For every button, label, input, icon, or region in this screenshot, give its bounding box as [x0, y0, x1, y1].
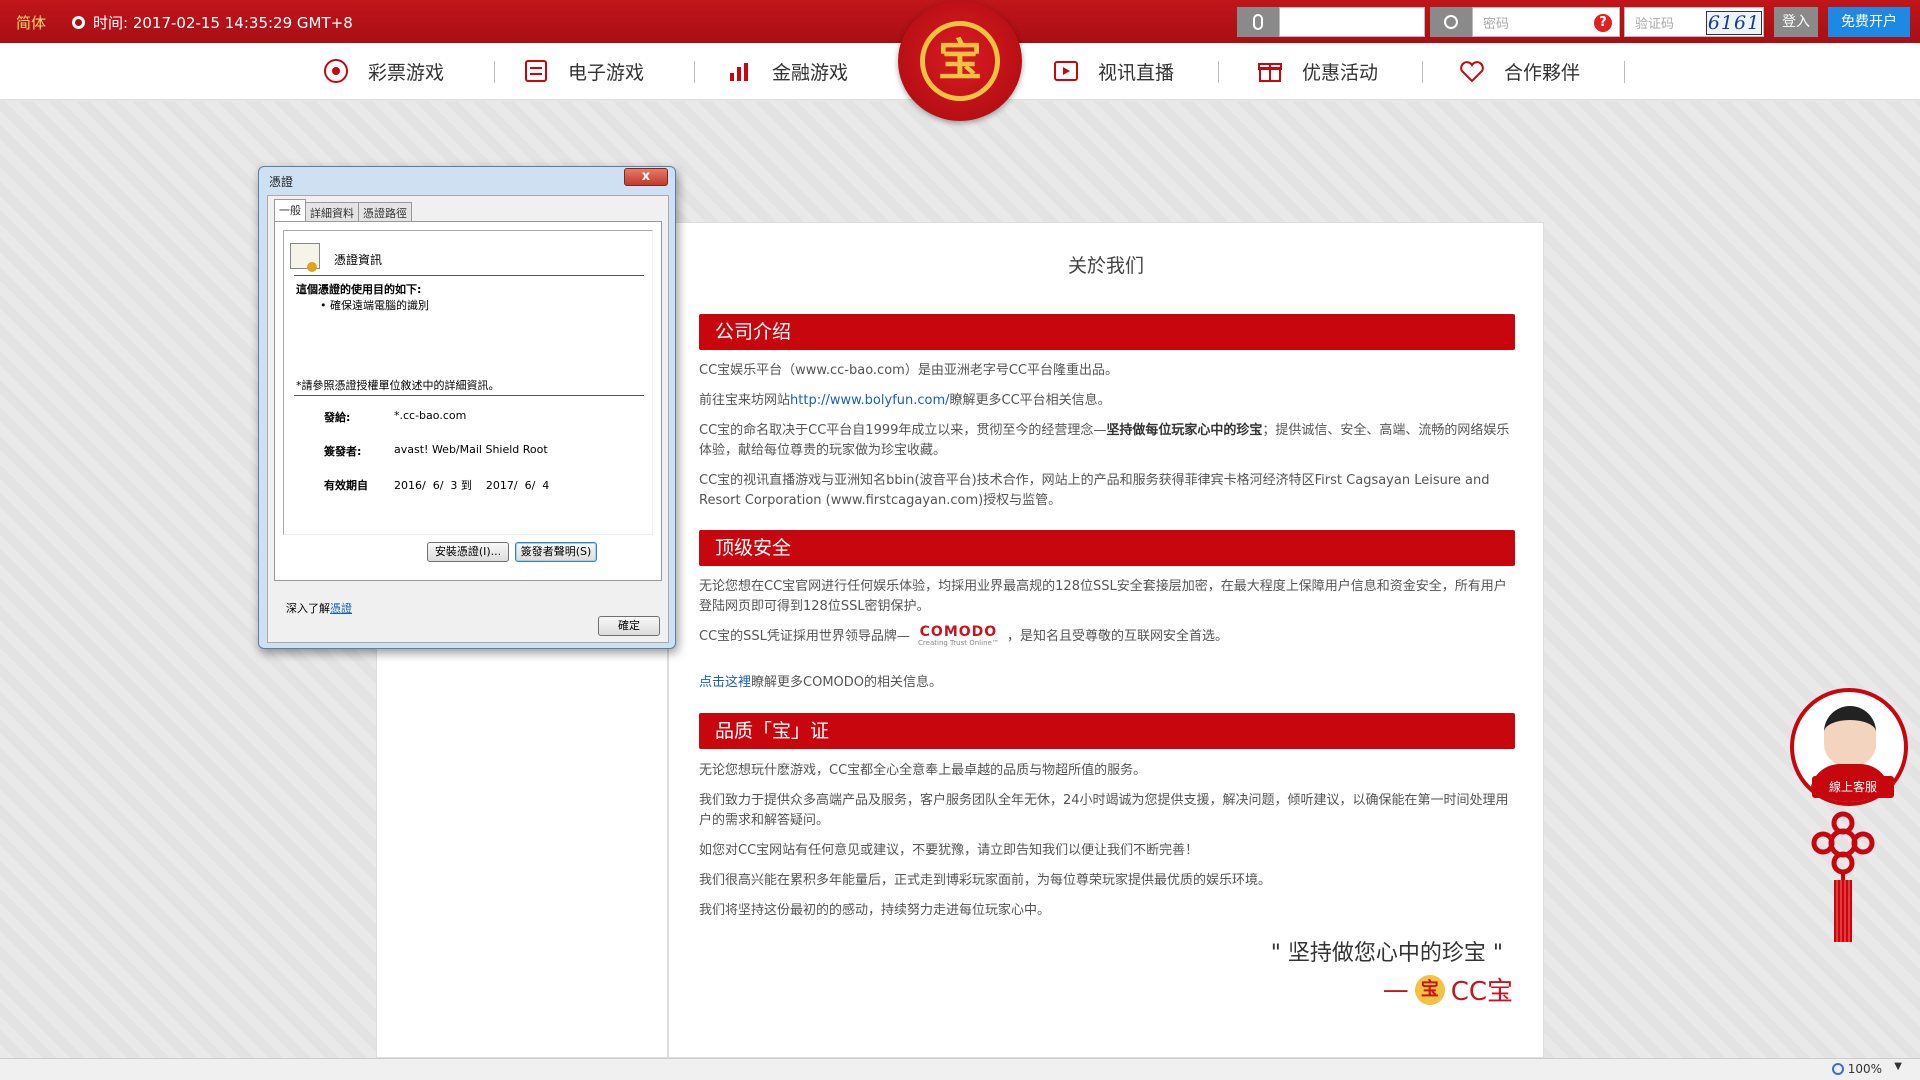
- purpose-title: 這個憑證的使用目的如下:: [296, 283, 422, 296]
- globe-icon: [72, 16, 85, 29]
- coin-icon: 宝: [1414, 974, 1445, 1005]
- nav-partners-label: 合作夥伴: [1504, 61, 1581, 84]
- certificate-dialog: 憑證 x 一般 詳細資料 憑證路徑 憑證資訊 這個憑證的使用目的如下: • 確保…: [258, 166, 676, 649]
- dialog-title: 憑證: [269, 175, 294, 189]
- video-icon: [1052, 57, 1080, 85]
- click-here-link[interactable]: 点击这裡: [699, 675, 751, 690]
- learn-more: 深入了解憑證: [286, 602, 352, 615]
- customer-service-label[interactable]: 線上客服: [1812, 776, 1894, 798]
- section-company-heading: 公司介绍: [699, 314, 1515, 350]
- quality-text-1: 无论您想玩什麽游戏，CC宝都全心全意奉上最卓越的品质与物超所值的服务。: [699, 763, 1147, 778]
- slot-machine-icon: [522, 57, 550, 85]
- about-panel: 关於我们 公司介绍 CC宝娱乐平台（www.cc-bao.com）是由亚洲老字号…: [668, 222, 1544, 1058]
- nav-divider: [1624, 61, 1625, 83]
- nav-promotions-label: 优惠活动: [1302, 61, 1379, 84]
- server-time-text: 时间: 2017-02-15 14:35:29 GMT+8: [93, 14, 353, 32]
- nav-finance[interactable]: 金融游戏: [726, 57, 848, 85]
- tab-cert-path[interactable]: 憑證路徑: [358, 202, 412, 221]
- quality-text-2: 我们致力于提供众多高端产品及服务，客户服务团队全年无休，24小时竭诚为您提供支援…: [699, 793, 1509, 828]
- forgot-password-icon[interactable]: ?: [1594, 14, 1612, 32]
- issuer-statement-button[interactable]: 簽發者聲明(S): [515, 542, 597, 562]
- dialog-close-button[interactable]: x: [624, 168, 668, 186]
- purpose-item: • 確保遠端電腦的識別: [320, 299, 429, 312]
- gift-icon: [1256, 57, 1284, 85]
- comodo-more-line: 点击这裡瞭解更多COMODO的相关信息。: [699, 675, 943, 690]
- nav-lottery-label: 彩票游戏: [368, 61, 445, 84]
- zoom-control[interactable]: 100%: [1831, 1062, 1882, 1076]
- nav-lottery[interactable]: 彩票游戏: [322, 57, 444, 85]
- issuer-row: 簽發者: avast! Web/Mail Shield Root: [324, 443, 548, 458]
- nav-live-video-label: 视讯直播: [1098, 61, 1175, 84]
- zoom-dropdown-icon[interactable]: ▼: [1894, 1061, 1902, 1072]
- nav-finance-label: 金融游戏: [772, 61, 849, 84]
- cert-info-title: 憑證資訊: [334, 253, 383, 267]
- lottery-icon: [322, 57, 350, 85]
- bbin-text: CC宝的视讯直播游戏与亚洲知名bbin(波音平台)技术合作，网站上的产品和服务获…: [699, 473, 1490, 508]
- handshake-heart-icon: [1458, 57, 1486, 85]
- quality-text-3: 如您对CC宝网站有任何意见或建议，不要犹豫，请立即告知我们以便让我们不断完善！: [699, 843, 1199, 858]
- site-logo[interactable]: 宝: [898, 1, 1022, 121]
- finance-chart-icon: [726, 57, 754, 85]
- cert-info-box: 憑證資訊 這個憑證的使用目的如下: • 確保遠端電腦的識別 *請參照憑證授權單位…: [283, 230, 653, 535]
- zoom-level: 100%: [1847, 1062, 1882, 1076]
- quality-text-4: 我们很高兴能在累积多年能量后，正式走到博彩玩家面前，为每位尊荣玩家提供最优质的娱…: [699, 873, 1272, 888]
- register-button[interactable]: 免费开户: [1828, 7, 1910, 37]
- install-cert-button[interactable]: 安裝憑證(I)...: [427, 542, 509, 562]
- issued-to-row: 發給: *.cc-bao.com: [324, 409, 467, 424]
- language-switch[interactable]: 简体: [16, 12, 46, 33]
- naming-text: CC宝的命名取决于CC平台自1999年成立以来，贯彻至今的经营理念—坚持做每位玩…: [699, 423, 1510, 458]
- nav-live-video[interactable]: 视讯直播: [1052, 57, 1174, 85]
- logo-mark: 宝: [920, 21, 1000, 101]
- bolyfun-link[interactable]: http://www.bolyfun.com/: [790, 393, 950, 408]
- cert-note: *請參照憑證授權單位敘述中的詳細資訊。: [296, 379, 500, 392]
- browser-status-bar: 100% ▼: [0, 1058, 1920, 1080]
- nav-divider: [1422, 61, 1423, 83]
- knot-tassel: [1834, 880, 1852, 942]
- company-intro-text: CC宝娱乐平台（www.cc-bao.com）是由亚洲老字号CC平台隆重出品。: [699, 363, 1118, 378]
- server-time: 时间: 2017-02-15 14:35:29 GMT+8: [72, 12, 353, 33]
- tab-panel-general: 憑證資訊 這個憑證的使用目的如下: • 確保遠端電腦的識別 *請參照憑證授權單位…: [274, 221, 662, 581]
- ok-button[interactable]: 確定: [598, 616, 660, 636]
- login-button[interactable]: 登入: [1774, 7, 1818, 37]
- nav-electronic[interactable]: 电子游戏: [522, 57, 644, 85]
- zoom-icon: [1831, 1063, 1844, 1075]
- validity-row: 有效期自 2016/ 6/ 3 到 2017/ 6/ 4: [324, 479, 550, 492]
- nav-promotions[interactable]: 优惠活动: [1256, 57, 1378, 85]
- section-security-heading: 顶级安全: [699, 530, 1515, 566]
- agent-face: [1824, 706, 1876, 766]
- username-input[interactable]: [1279, 7, 1425, 37]
- dialog-body: 一般 詳細資料 憑證路徑 憑證資訊 這個憑證的使用目的如下: • 確保遠端電腦的…: [267, 195, 669, 643]
- comodo-line: CC宝的SSL凭证採用世界领导品牌— COMODO Creating Trust …: [699, 624, 1228, 647]
- signature: — 宝 CC宝: [1382, 974, 1513, 1007]
- divider: [294, 395, 644, 396]
- nav-divider: [1218, 61, 1219, 83]
- nav-divider: [494, 61, 495, 83]
- captcha-image[interactable]: 6161: [1706, 11, 1762, 35]
- nav-electronic-label: 电子游戏: [568, 61, 645, 84]
- tab-details[interactable]: 詳細資料: [305, 202, 359, 221]
- nav-divider: [694, 61, 695, 83]
- section-quality-heading: 品质「宝」证: [699, 713, 1515, 749]
- dialog-tabs: 一般 詳細資料 憑證路徑: [274, 199, 412, 221]
- chinese-knot-icon: [1811, 811, 1875, 875]
- bolyfun-line: 前往宝来坊网站http://www.bolyfun.com/瞭解更多CC平台相关…: [699, 393, 1111, 408]
- certificate-icon: [290, 243, 320, 272]
- quality-text-5: 我们将坚持这份最初的的感动，持续努力走进每位玩家心中。: [699, 903, 1051, 918]
- nav-partners[interactable]: 合作夥伴: [1458, 57, 1580, 85]
- learn-cert-link[interactable]: 憑證: [330, 602, 352, 615]
- slogan: " 坚持做您心中的珍宝 ": [1270, 941, 1503, 966]
- page-title: 关於我们: [1067, 255, 1144, 277]
- key-icon: [1430, 7, 1472, 37]
- tab-general[interactable]: 一般: [274, 199, 306, 221]
- user-icon: [1237, 7, 1279, 37]
- comodo-logo: COMODO Creating Trust Online™: [918, 624, 999, 647]
- divider: [294, 275, 644, 276]
- ssl-text: 无论您想在CC宝官网进行任何娱乐体验，均採用业界最高规的128位SSL安全套接层…: [699, 579, 1507, 614]
